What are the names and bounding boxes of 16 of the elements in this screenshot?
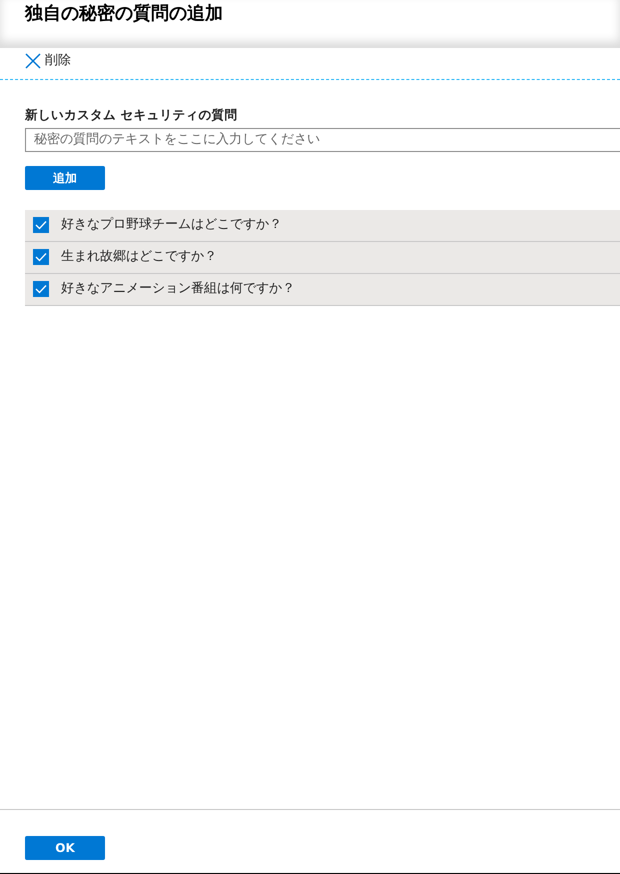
checkbox[interactable] <box>33 217 49 233</box>
ok-button[interactable]: OK <box>25 836 105 860</box>
question-row[interactable]: 生まれ故郷はどこですか？ <box>25 242 620 274</box>
checkbox[interactable] <box>33 281 49 297</box>
question-text: 好きなプロ野球チームはどこですか？ <box>61 216 282 234</box>
question-text: 好きなアニメーション番組は何ですか？ <box>61 280 295 298</box>
question-row[interactable]: 好きなアニメーション番組は何ですか？ <box>25 274 620 306</box>
delete-button[interactable]: 削除 <box>25 51 71 70</box>
field-label: 新しいカスタム セキュリティの質問 <box>25 106 238 124</box>
question-text: 生まれ故郷はどこですか？ <box>61 248 217 266</box>
checkbox[interactable] <box>33 249 49 265</box>
panel-title: 独自の秘密の質問の追加 <box>25 2 224 26</box>
close-icon <box>25 52 41 69</box>
question-row[interactable]: 好きなプロ野球チームはどこですか？ <box>25 210 620 242</box>
question-input-field[interactable]: 秘密の質問のテキストをここに入力してください <box>25 128 620 152</box>
add-button[interactable]: 追加 <box>25 166 105 190</box>
